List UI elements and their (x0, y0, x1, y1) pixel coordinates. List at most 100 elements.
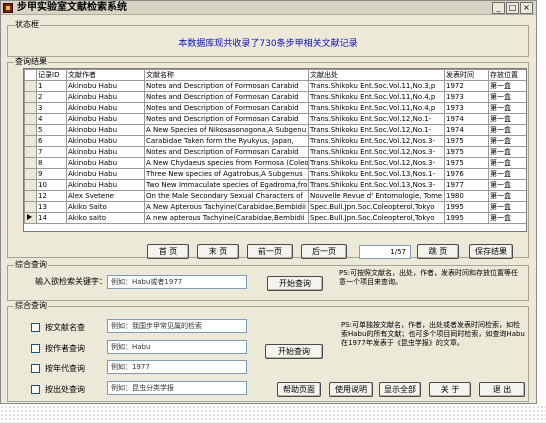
table-cell[interactable]: 7 (36, 146, 67, 158)
jump-page-button[interactable]: 跳 页 (417, 244, 459, 259)
row-indicator[interactable] (24, 168, 37, 180)
keyword-search-button[interactable]: 开始查询 (267, 276, 323, 291)
table-cell[interactable]: Trans.Shikoku Ent.Soc.Vol.12,No.1- (308, 124, 445, 136)
table-cell[interactable]: Akinobu Habu (66, 91, 145, 103)
table-row[interactable]: 3 Akinobu Habu Notes and Description of Fo… (24, 102, 526, 114)
table-cell[interactable]: Akiko Saito (66, 201, 145, 213)
table-cell[interactable]: 10 (36, 179, 67, 191)
table-cell[interactable]: Three New species of Agatrobus,A Subgenu… (144, 168, 309, 180)
last-page-button[interactable]: 末 页 (197, 244, 239, 259)
table-row[interactable]: 2 Akinobu Habu Notes and Description of Fo… (24, 91, 526, 103)
next-page-button[interactable]: 后一页 (301, 244, 347, 259)
table-row[interactable]: 1 Akinobu Habu Notes and Description of Fo… (24, 80, 526, 92)
table-cell[interactable]: 第一盒 (488, 146, 526, 158)
help-page-button[interactable]: 帮助页面 (277, 382, 321, 397)
column-header[interactable]: 文献出处 (308, 69, 445, 81)
table-cell[interactable]: A New Species of Nikosasonogona,A Subgen… (144, 124, 309, 136)
table-cell[interactable]: 13 (36, 201, 67, 213)
results-grid[interactable]: 记录ID 文献作者 文献名称 文献出处 发表时间 存放位置 1 Akinobu H… (23, 68, 527, 232)
table-cell[interactable]: 2 (36, 91, 67, 103)
maximize-button[interactable]: □ (506, 2, 519, 14)
table-cell[interactable]: 4 (36, 113, 67, 125)
row-indicator[interactable] (24, 91, 37, 103)
table-cell[interactable]: 12 (36, 190, 67, 202)
table-cell[interactable]: 1995 (444, 212, 489, 224)
table-cell[interactable]: 第一盒 (488, 212, 526, 224)
table-cell[interactable]: Nouvelle Revue d' Entomologie, Tome (308, 190, 445, 202)
table-cell[interactable]: 1995 (444, 201, 489, 213)
table-cell[interactable]: Akinobu Habu (66, 102, 145, 114)
year-input[interactable]: 例如：1977 (107, 360, 247, 374)
table-row[interactable]: 10 Akinobu Habu Two New Immaculate species… (24, 179, 526, 191)
close-button[interactable]: × (520, 2, 533, 14)
table-cell[interactable]: 第一盒 (488, 201, 526, 213)
title-bar[interactable]: 步甲实验室文献检索系统 _ □ × (1, 1, 536, 15)
exit-button[interactable]: 退 出 (479, 382, 525, 397)
minimize-button[interactable]: _ (492, 2, 505, 14)
first-page-button[interactable]: 首 页 (147, 244, 189, 259)
table-cell[interactable]: Spec.Bull.Jpn.Soc.Coleopterol,Tokyo (308, 212, 445, 224)
table-cell[interactable]: On the Male Secondary Sexual Characters … (144, 190, 309, 202)
table-cell[interactable]: Akinobu Habu (66, 146, 145, 158)
table-cell[interactable]: Trans.Shikoku Ent.Soc.Vol.11,No.3,p (308, 80, 445, 92)
show-all-button[interactable]: 显示全部 (379, 382, 421, 397)
row-indicator[interactable] (24, 135, 37, 147)
table-cell[interactable]: 1 (36, 80, 67, 92)
table-cell[interactable]: Trans.Shikoku Ent.Soc.Vol.11,No.4,p (308, 102, 445, 114)
table-cell[interactable]: A New Chydaeus species from Formosa (Col… (144, 157, 309, 169)
row-indicator[interactable] (24, 146, 37, 158)
table-cell[interactable]: Notes and Description of Formosan Carabi… (144, 113, 309, 125)
table-cell[interactable]: 第一盒 (488, 190, 526, 202)
year-checkbox[interactable] (31, 364, 40, 373)
row-indicator[interactable] (24, 201, 37, 213)
column-header[interactable]: 文献名称 (144, 69, 309, 81)
source-input[interactable]: 例如：昆虫分类学报 (107, 381, 247, 395)
table-row[interactable]: 6 Akinobu Habu Carabidae Taken form the Ry… (24, 135, 526, 147)
table-cell[interactable]: 第一盒 (488, 102, 526, 114)
table-cell[interactable]: Notes and Description of Formosan Carabi… (144, 91, 309, 103)
table-cell[interactable]: 1975 (444, 157, 489, 169)
table-cell[interactable]: Two New Immaculate species of Egadroma,f… (144, 179, 309, 191)
table-cell[interactable]: Akinobu Habu (66, 168, 145, 180)
table-cell[interactable]: A new apterous Tachyine(Carabidae,Bembid… (144, 212, 309, 224)
row-indicator[interactable] (24, 157, 37, 169)
table-cell[interactable]: 第一盒 (488, 179, 526, 191)
table-cell[interactable]: 14 (36, 212, 67, 224)
table-cell[interactable]: Alex Svetene (66, 190, 145, 202)
keyword-input[interactable]: 例如：Habu或者1977 (107, 275, 247, 289)
row-indicator[interactable] (24, 102, 37, 114)
table-cell[interactable]: 9 (36, 168, 67, 180)
table-cell[interactable]: Notes and Description of Formosan Carabi… (144, 146, 309, 158)
table-cell[interactable]: Notes and Description of Formosan Carabi… (144, 80, 309, 92)
table-cell[interactable]: Notes and Description of Formosan Carabi… (144, 102, 309, 114)
combined-search-button[interactable]: 开始查询 (265, 344, 323, 359)
table-cell[interactable]: Carabidae Taken form the Ryukyus, Japan, (144, 135, 309, 147)
table-cell[interactable]: A New Apterous Tachyine(Carabidae,Bembid… (144, 201, 309, 213)
table-cell[interactable]: Akinobu Habu (66, 113, 145, 125)
table-cell[interactable]: 5 (36, 124, 67, 136)
table-row[interactable]: 13 Akiko Saito A New Apterous Tachyine(Car… (24, 201, 526, 213)
table-cell[interactable]: Akinobu Habu (66, 157, 145, 169)
table-cell[interactable]: 第一盒 (488, 157, 526, 169)
table-cell[interactable]: Trans.Shikoku Ent.Soc.Vol.12,Nos.3- (308, 146, 445, 158)
table-row[interactable]: 9 Akinobu Habu Three New species of Agatro… (24, 168, 526, 180)
row-indicator[interactable] (24, 124, 37, 136)
title-input[interactable]: 例如：我国步甲常见属的检索 (107, 319, 247, 333)
table-cell[interactable]: Akinobu Habu (66, 124, 145, 136)
prev-page-button[interactable]: 前一页 (247, 244, 293, 259)
table-cell[interactable]: Trans.Shikoku Ent.Soc.Vol.13,Nos.1- (308, 168, 445, 180)
table-cell[interactable]: Trans.Shikoku Ent.Soc.Vol.12,Nos.3- (308, 157, 445, 169)
author-checkbox[interactable] (31, 344, 40, 353)
row-indicator[interactable] (24, 179, 37, 191)
row-indicator[interactable] (24, 113, 37, 125)
table-row[interactable]: 8 Akinobu Habu A New Chydaeus species from… (24, 157, 526, 169)
table-cell[interactable]: 第一盒 (488, 135, 526, 147)
table-cell[interactable]: 1973 (444, 91, 489, 103)
about-button[interactable]: 关 于 (429, 382, 471, 397)
table-cell[interactable]: 1977 (444, 179, 489, 191)
row-indicator[interactable] (24, 212, 37, 224)
table-cell[interactable]: 3 (36, 102, 67, 114)
table-cell[interactable]: 1974 (444, 113, 489, 125)
table-cell[interactable]: Trans.Shikoku Ent.Soc.Vol.12,No.1- (308, 113, 445, 125)
manual-button[interactable]: 使用说明 (329, 382, 373, 397)
